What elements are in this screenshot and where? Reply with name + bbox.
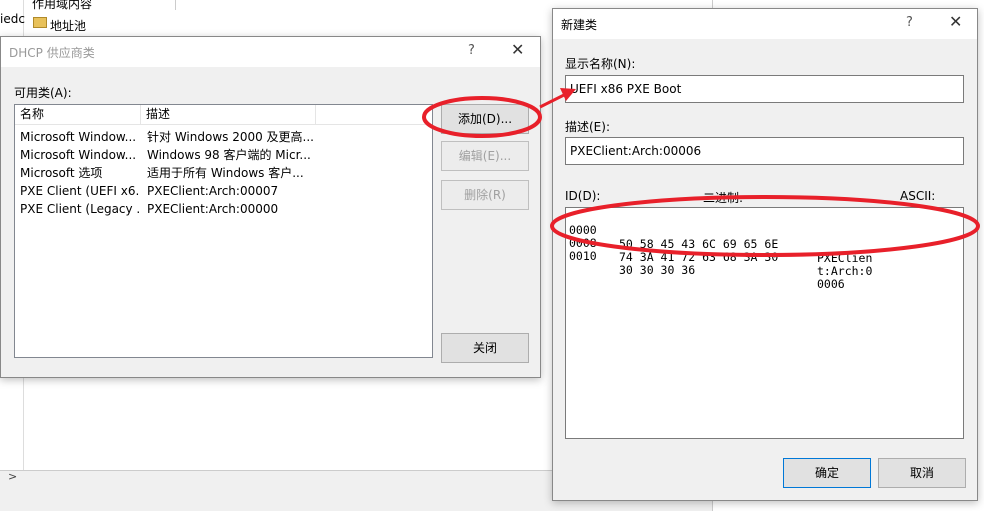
hex-ascii-header: ASCII: bbox=[900, 189, 936, 203]
hex-offset: 0010 bbox=[569, 249, 597, 263]
vendor-classes-list[interactable]: 名称 描述 Microsoft Window... 针对 Windows 200… bbox=[14, 104, 433, 358]
tree-partial-label: iedc bbox=[0, 12, 25, 26]
folder-icon bbox=[33, 17, 47, 28]
item-description: PXEClient:Arch:00007 bbox=[147, 184, 279, 198]
hex-bytes[interactable]: 74 3A 41 72 63 68 3A 30 bbox=[619, 250, 778, 264]
display-name-label: 显示名称(N): bbox=[565, 57, 636, 71]
list-item[interactable]: Microsoft Window... 针对 Windows 2000 及更高.… bbox=[15, 128, 432, 146]
item-name: Microsoft Window... bbox=[20, 148, 137, 162]
list-header: 名称 描述 bbox=[15, 105, 432, 125]
help-icon[interactable]: ? bbox=[906, 15, 913, 30]
tree-item-address-pool[interactable]: 地址池 bbox=[50, 17, 86, 34]
dialog-titlebar: 新建类 ? ✕ bbox=[553, 9, 977, 39]
item-name: PXE Client (UEFI x6... bbox=[20, 184, 140, 198]
description-input[interactable]: PXEClient:Arch:00006 bbox=[565, 137, 964, 165]
list-item[interactable]: PXE Client (UEFI x6... PXEClient:Arch:00… bbox=[15, 182, 432, 200]
new-class-dialog: 新建类 ? ✕ 显示名称(N): UEFI x86 PXE Boot 描述(E)… bbox=[552, 8, 978, 501]
available-classes-label: 可用类(A): bbox=[14, 86, 72, 100]
list-item[interactable]: Microsoft 选项 适用于所有 Windows 客户... bbox=[15, 164, 432, 182]
dialog-title: 新建类 bbox=[561, 18, 598, 32]
hex-row: 0010 30 30 30 36 0006 bbox=[569, 235, 845, 291]
hex-bytes[interactable]: 50 58 45 43 6C 69 65 6E bbox=[619, 237, 778, 251]
dialog-titlebar: DHCP 供应商类 ? ✕ bbox=[1, 37, 540, 67]
close-icon[interactable]: ✕ bbox=[949, 12, 962, 31]
hex-row: 0000 50 58 45 43 6C 69 65 6E PXEClien bbox=[569, 209, 872, 265]
description-label: 描述(E): bbox=[565, 120, 610, 134]
close-button[interactable]: 关闭 bbox=[441, 333, 529, 363]
hex-binary-header: 二进制: bbox=[703, 191, 744, 205]
close-icon[interactable]: ✕ bbox=[511, 40, 524, 59]
delete-button[interactable]: 删除(R) bbox=[441, 180, 529, 210]
column-header-empty bbox=[316, 105, 432, 125]
tree-item-scope-contents[interactable]: 作用域内容 bbox=[32, 0, 92, 12]
item-description: Windows 98 客户端的 Micr... bbox=[147, 148, 311, 162]
hex-ascii[interactable]: 0006 bbox=[817, 277, 845, 291]
cancel-button[interactable]: 取消 bbox=[878, 458, 966, 488]
hex-bytes[interactable]: 30 30 30 36 bbox=[619, 263, 695, 277]
ok-button[interactable]: 确定 bbox=[783, 458, 871, 488]
help-icon[interactable]: ? bbox=[468, 43, 475, 58]
item-description: 针对 Windows 2000 及更高... bbox=[147, 130, 314, 144]
hex-ascii[interactable]: t:Arch:0 bbox=[817, 264, 872, 278]
dhcp-vendor-classes-dialog: DHCP 供应商类 ? ✕ 可用类(A): 名称 描述 Microsoft Wi… bbox=[0, 36, 541, 378]
list-item[interactable]: Microsoft Window... Windows 98 客户端的 Micr… bbox=[15, 146, 432, 164]
hex-id-header: ID(D): bbox=[565, 189, 601, 203]
hex-ascii[interactable]: PXEClien bbox=[817, 251, 872, 265]
dialog-title: DHCP 供应商类 bbox=[9, 46, 95, 60]
column-header-description[interactable]: 描述 bbox=[141, 105, 316, 125]
item-name: PXE Client (Legacy ... bbox=[20, 202, 140, 216]
scroll-right-arrow-icon[interactable]: > bbox=[8, 470, 17, 483]
edit-button[interactable]: 编辑(E)... bbox=[441, 141, 529, 171]
item-name: Microsoft Window... bbox=[20, 130, 137, 144]
item-description: PXEClient:Arch:00000 bbox=[147, 202, 279, 216]
column-header-name[interactable]: 名称 bbox=[15, 105, 141, 125]
display-name-input[interactable]: UEFI x86 PXE Boot bbox=[565, 75, 964, 103]
hex-row: 0008 74 3A 41 72 63 68 3A 30 t:Arch:0 bbox=[569, 222, 872, 278]
list-item[interactable]: PXE Client (Legacy ... PXEClient:Arch:00… bbox=[15, 200, 432, 218]
hex-editor[interactable]: 0000 50 58 45 43 6C 69 65 6E PXEClien 00… bbox=[565, 207, 964, 439]
item-name: Microsoft 选项 bbox=[20, 166, 103, 180]
add-button[interactable]: 添加(D)... bbox=[441, 104, 529, 134]
item-description: 适用于所有 Windows 客户... bbox=[147, 166, 304, 180]
